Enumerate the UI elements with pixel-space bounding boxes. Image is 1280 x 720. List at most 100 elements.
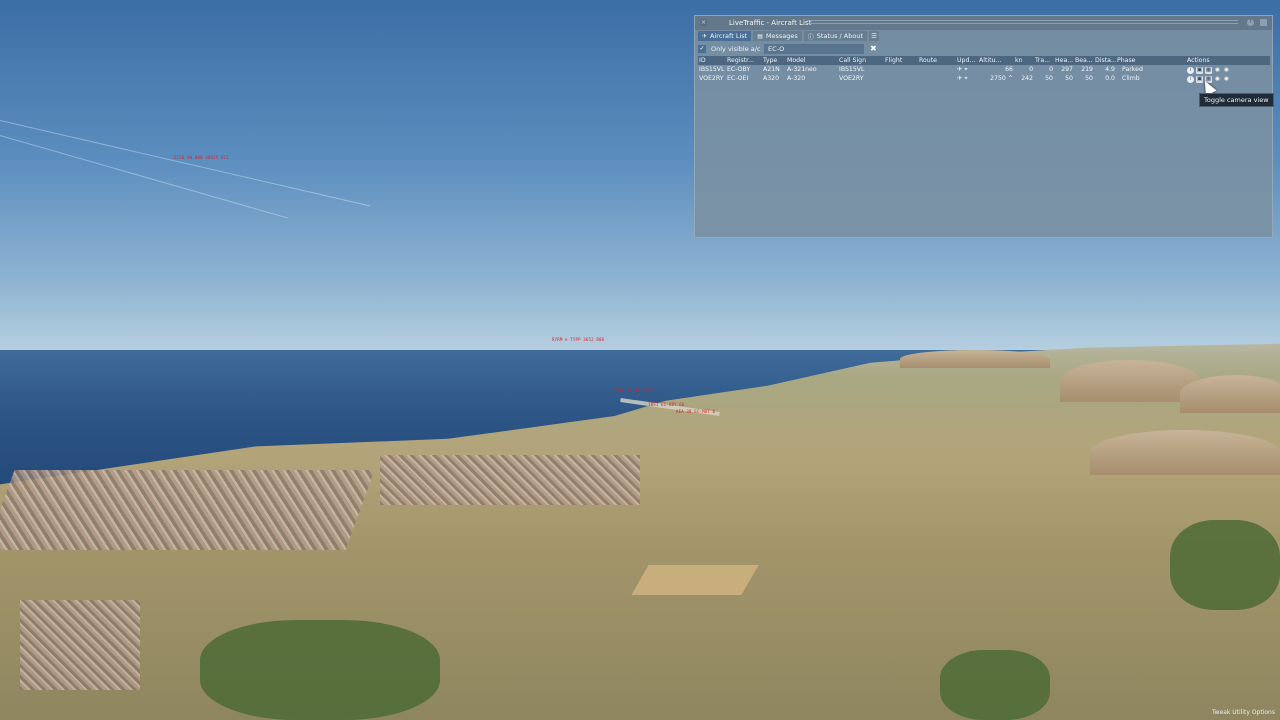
column-header[interactable]: Hea... — [1054, 56, 1074, 65]
column-header[interactable]: Flight — [884, 56, 918, 65]
cell-flight — [884, 74, 918, 83]
column-header[interactable]: Bea... — [1074, 56, 1094, 65]
vegetation — [200, 620, 440, 720]
cell-phase: Climb — [1122, 75, 1140, 82]
town — [380, 455, 640, 505]
cell-registration: EC-OEI — [727, 75, 749, 82]
cell-callsign: VOE2RY — [839, 75, 864, 82]
column-header[interactable]: kn — [1014, 56, 1034, 65]
info-icon[interactable]: i — [1187, 66, 1194, 74]
tab-status-about[interactable]: ⓘ Status / About — [803, 31, 868, 41]
aircraft-label: ECS6 VH 888 38925 ECI — [174, 155, 229, 160]
cell-type: A320 — [763, 75, 780, 82]
search-input[interactable]: EC-O — [764, 44, 864, 54]
column-header[interactable]: ID — [698, 56, 726, 65]
table-row[interactable]: IBS15VL EC-OBY A21N A-321neo IBS15VL ✈⌖ … — [698, 65, 1270, 74]
column-header[interactable]: Phase — [1116, 56, 1186, 65]
info-icon[interactable]: i — [1187, 75, 1194, 83]
table-row[interactable]: VOE2RY EC-OEI A320 A-320 VOE2RY ✈⌖ 2750 … — [698, 74, 1270, 83]
mountain — [1060, 360, 1200, 402]
cell-update-icons: ✈⌖ — [956, 65, 978, 74]
tab-messages[interactable]: ▤ Messages — [753, 31, 802, 41]
filter-row: ✓ Only visible a/c EC-O ✖ — [698, 44, 877, 54]
cell-model: A-320 — [787, 75, 806, 82]
aircraft-label: AEA 3B EC-MUT 0 — [676, 409, 716, 414]
resize-icon[interactable] — [1260, 19, 1267, 26]
vegetation — [1170, 520, 1280, 610]
cell-phase: Parked — [1122, 66, 1143, 73]
column-header[interactable]: Actions — [1186, 56, 1270, 65]
tab-label: Aircraft List — [710, 32, 748, 40]
hamburger-icon: ☰ — [871, 32, 877, 40]
camera-icon[interactable]: ▣ — [1196, 66, 1203, 74]
cell-route — [918, 74, 956, 83]
cell-callsign: IBS15VL — [839, 66, 865, 73]
cell-id: IBS15VL — [699, 66, 725, 73]
plane-icon: ✈ — [702, 32, 708, 40]
radar-icon: ⌖ — [964, 65, 970, 73]
map-icon[interactable]: ▦ — [1205, 66, 1212, 74]
clear-filter-icon[interactable]: ✖ — [870, 44, 877, 54]
cell-type: A21N — [763, 66, 780, 73]
aircraft-label: RYRM e TYPP 3652 888 — [552, 337, 605, 342]
tab-label: Messages — [765, 32, 798, 40]
tweak-utility-hint[interactable]: Tweak Utility Options — [1212, 709, 1275, 716]
tab-aircraft-list[interactable]: ✈ Aircraft List — [698, 31, 752, 41]
cell-speed: 0 — [1029, 66, 1033, 73]
only-visible-checkbox[interactable]: ✓ — [698, 45, 706, 53]
cell-flight — [884, 65, 918, 74]
column-header[interactable]: Dista... — [1094, 56, 1116, 65]
only-visible-label: Only visible a/c — [711, 45, 761, 53]
mountain — [1180, 375, 1280, 413]
mountain — [900, 350, 1050, 368]
document-icon: ▤ — [757, 32, 763, 40]
tab-label: Status / About — [816, 32, 864, 40]
close-icon[interactable]: × — [700, 19, 707, 26]
column-header[interactable]: Route — [918, 56, 956, 65]
cell-track: 50 — [1045, 75, 1053, 82]
field — [631, 565, 759, 595]
cell-actions: i ▣ ▦ ◉ ◉ — [1186, 65, 1270, 74]
altitude-value: 2750 — [990, 75, 1006, 82]
eye-icon[interactable]: ◉ — [1214, 76, 1221, 83]
town — [20, 600, 140, 690]
table-header-row: ID Registr... Type Model Call Sign Fligh… — [698, 56, 1270, 65]
town — [0, 470, 375, 550]
tooltip: Toggle camera view — [1199, 93, 1274, 107]
radar-icon: ⌖ — [964, 74, 970, 82]
column-header[interactable]: Upd... — [956, 56, 978, 65]
vegetation — [940, 650, 1050, 720]
info-icon: ⓘ — [807, 33, 814, 41]
help-icon[interactable]: ? — [1247, 19, 1254, 26]
cell-bearing: 50 — [1085, 75, 1093, 82]
column-header[interactable]: Call Sign — [838, 56, 884, 65]
column-header[interactable]: Registr... — [726, 56, 762, 65]
window-title: LiveTraffic - Aircraft List — [729, 19, 812, 27]
cell-id: VOE2RY — [699, 75, 724, 82]
column-header[interactable]: Type — [762, 56, 786, 65]
cell-altitude: 66 — [1005, 66, 1013, 73]
cell-heading: 50 — [1065, 75, 1073, 82]
tab-bar: ✈ Aircraft List ▤ Messages ⓘ Status / Ab… — [698, 31, 880, 41]
cell-track: 0 — [1049, 66, 1053, 73]
cell-bearing: 219 — [1081, 66, 1093, 73]
climb-icon: ^ — [1007, 75, 1013, 82]
column-header[interactable]: Tra... — [1034, 56, 1054, 65]
aircraft-list-window: × LiveTraffic - Aircraft List ? ✈ Aircra… — [694, 15, 1273, 238]
cell-speed: 242 — [1021, 75, 1033, 82]
cell-actions: i ▣ ▦ ◉ ◉ — [1186, 74, 1270, 83]
cell-model: A-321neo — [787, 66, 817, 73]
eye-icon[interactable]: ◉ — [1223, 76, 1230, 83]
cell-distance: 0.0 — [1105, 75, 1115, 82]
column-header[interactable]: Model — [786, 56, 838, 65]
cell-heading: 297 — [1061, 66, 1073, 73]
cell-distance: 4.9 — [1105, 66, 1115, 73]
eye-icon[interactable]: ◉ — [1223, 67, 1230, 74]
cell-registration: EC-OBY — [727, 66, 751, 73]
drag-handle[interactable] — [807, 20, 1238, 26]
eye-icon[interactable]: ◉ — [1214, 67, 1221, 74]
column-header[interactable]: Altitu... — [978, 56, 1014, 65]
aircraft-table: ID Registr... Type Model Call Sign Fligh… — [698, 56, 1270, 83]
menu-button[interactable]: ☰ — [869, 31, 880, 41]
window-titlebar[interactable]: × LiveTraffic - Aircraft List ? — [695, 16, 1272, 30]
